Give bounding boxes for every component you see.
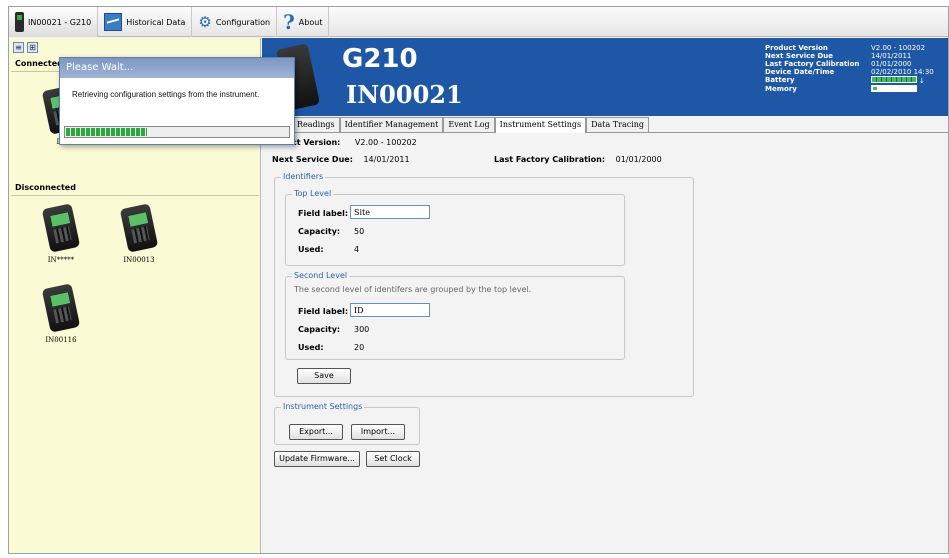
export-button[interactable]: Export... [289,424,343,440]
save-button[interactable]: Save [297,368,351,384]
toolbar-historical-data-button[interactable]: Historical Data [98,7,193,37]
instrument-icon [41,283,81,333]
instrument-icon [119,203,159,253]
second-field-label-input[interactable]: ID [350,303,430,317]
main-toolbar: IN00021 - G210 Historical Data ⚙ Configu… [9,7,948,37]
info-key: Memory [765,85,797,93]
second-level-hint: The second level of identifers are group… [294,285,532,294]
device-label: IN***** [47,256,75,264]
second-used-label: Used: [298,343,324,352]
top-used-label: Used: [298,245,324,254]
dialog-title: Please Wait... [60,58,294,78]
device-label: IN00013 [123,256,155,264]
device-label: IN00116 [45,336,77,344]
update-firmware-button[interactable]: Update Firmware... [274,451,360,467]
toolbar-historical-data-label: Historical Data [126,17,186,27]
second-level-group: Second Level The second level of identif… [285,271,625,360]
application-window: IN00021 - G210 Historical Data ⚙ Configu… [8,6,949,554]
toolbar-configuration-button[interactable]: ⚙ Configuration [192,7,278,37]
product-version-value: V2.00 - 100202 [354,138,417,147]
progress-fill [66,128,147,136]
banner-serial: IN00021 [346,80,463,109]
second-capacity-value: 300 [354,325,370,334]
toolbar-device-label: IN00021 - G210 [28,17,92,27]
last-calibration-label: Last Factory Calibration: [494,155,606,164]
second-field-label-label: Field label: [298,307,349,316]
next-service-row: Next Service Due: 14/01/2011 [272,155,410,164]
info-value: 02/02/2010 14:30 [871,68,934,76]
import-button[interactable]: Import... [351,424,405,440]
top-level-title: Top Level [292,189,334,198]
identifiers-group: Identifiers Top Level Field label: Site … [274,172,694,397]
info-value: 14/01/2011 [871,52,912,60]
toolbar-about-label: About [298,17,323,27]
disconnected-device[interactable]: IN***** [31,203,91,264]
second-level-title: Second Level [292,271,350,280]
device-icon [15,12,24,32]
instrument-settings-title: Instrument Settings [281,402,365,411]
last-calibration-value: 01/01/2000 [615,155,662,164]
help-icon: ? [283,10,295,34]
instrument-icon [41,203,81,253]
list-view-icon[interactable]: ≡ [13,42,24,53]
top-field-label-input[interactable]: Site [350,205,430,219]
tab-readings[interactable]: Readings [292,117,340,132]
toolbar-about-button[interactable]: ? About [277,7,330,37]
progress-bar [64,126,290,138]
tab-identifier-management[interactable]: Identifier Management [339,117,444,132]
please-wait-dialog: Please Wait... Retrieving configuration … [59,57,295,145]
product-version-label: ct Version: [292,138,341,147]
set-clock-button[interactable]: Set Clock [366,451,420,467]
top-capacity-value: 50 [354,227,365,236]
gears-icon: ⚙ [198,12,212,31]
banner-info: Product Version V2.00 - 100202 Next Servi… [765,44,945,94]
banner-model: G210 [342,44,418,74]
dialog-message: Retrieving configuration settings from t… [72,90,260,99]
identifiers-title: Identifiers [281,172,326,181]
top-level-group: Top Level Field label: Site Capacity: 50… [285,189,625,266]
info-key: Next Service Due [765,52,833,60]
next-service-value: 14/01/2011 [363,155,410,164]
top-used-value: 4 [354,245,360,254]
tab-data-tracing[interactable]: Data Tracing [586,117,650,132]
next-service-label: Next Service Due: [272,155,353,164]
battery-indicator [871,76,917,83]
second-capacity-label: Capacity: [298,325,341,334]
toolbar-device-button[interactable]: IN00021 - G210 [9,7,99,37]
last-calibration-row: Last Factory Calibration: 01/01/2000 [494,155,662,164]
info-value: 01/01/2000 [871,60,912,68]
instrument-banner: G210 IN00021 Product Version V2.00 - 1002… [262,38,948,116]
info-key: Product Version [765,44,828,52]
info-key: Last Factory Calibration [765,60,860,68]
info-value: V2.00 - 100202 [871,44,926,52]
top-capacity-label: Capacity: [298,227,341,236]
disconnected-header: Disconnected [11,180,259,196]
tab-bar: Readings Identifier Management Event Log… [262,117,948,133]
tab-instrument-settings[interactable]: Instrument Settings [494,117,587,133]
tab-event-log[interactable]: Event Log [443,117,495,132]
disconnected-device[interactable]: IN00116 [31,283,91,344]
chart-icon [104,13,123,31]
product-version-row: ct Version: V2.00 - 100202 [292,138,417,147]
second-used-value: 20 [354,343,365,352]
disconnected-device[interactable]: IN00013 [109,203,169,264]
toolbar-configuration-label: Configuration [215,17,271,27]
instrument-settings-group: Instrument Settings Export... Import... [274,402,420,445]
top-field-label-label: Field label: [298,209,349,218]
view-toggle-group: ≡ ⊞ [13,42,38,53]
info-key: Device Date/Time [765,68,835,76]
grid-view-icon[interactable]: ⊞ [27,42,38,53]
battery-plug-icon: ↓ [919,77,925,85]
memory-indicator [871,85,917,92]
info-key: Battery [765,76,795,84]
instrument-settings-panel: ct Version: V2.00 - 100202 Next Service … [262,133,948,553]
